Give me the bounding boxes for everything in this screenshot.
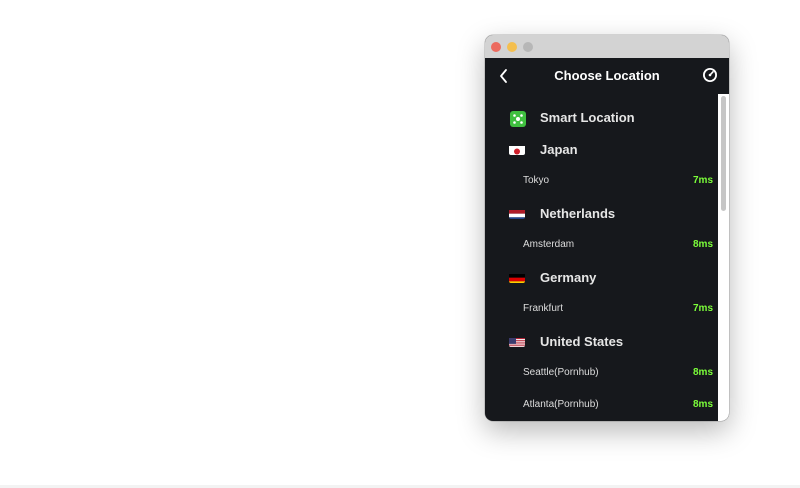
minimize-window-button[interactable] (507, 42, 517, 52)
desktop: Choose Location Smart Location Japan Tok… (0, 0, 800, 488)
country-item-germany[interactable]: Germany (485, 264, 717, 292)
close-window-button[interactable] (491, 42, 501, 52)
latency-value: 8ms (692, 367, 713, 378)
scrollbar[interactable] (718, 94, 729, 421)
city-item-frankfurt[interactable]: Frankfurt 7ms (485, 295, 717, 323)
city-label: Frankfurt (523, 303, 564, 314)
japan-flag-icon (509, 144, 525, 155)
app-window: Choose Location Smart Location Japan Tok… (485, 35, 729, 421)
city-label: Tokyo (523, 175, 550, 186)
country-label: Germany (540, 270, 597, 285)
location-list: Smart Location Japan Tokyo 7ms Netherlan… (485, 94, 729, 421)
location-label: Smart Location (540, 110, 635, 125)
latency-value: 8ms (692, 239, 713, 250)
title-bar (485, 35, 729, 58)
country-label: Japan (540, 142, 578, 157)
city-item-seattle[interactable]: Seattle(Pornhub) 8ms (485, 359, 717, 387)
country-item-us[interactable]: United States (485, 328, 717, 356)
city-item-tokyo[interactable]: Tokyo 7ms (485, 167, 717, 195)
latency-value: 7ms (692, 303, 713, 314)
latency-value: 7ms (692, 175, 713, 186)
city-label: Amsterdam (523, 239, 575, 250)
country-item-netherlands[interactable]: Netherlands (485, 200, 717, 228)
germany-flag-icon (509, 272, 525, 283)
netherlands-flag-icon (509, 208, 525, 219)
city-label: Atlanta(Pornhub) (523, 399, 599, 410)
city-item-atlanta[interactable]: Atlanta(Pornhub) 8ms (485, 391, 717, 419)
page-title: Choose Location (554, 68, 660, 83)
city-item-amsterdam[interactable]: Amsterdam 8ms (485, 231, 717, 259)
location-item-smart[interactable]: Smart Location (485, 104, 717, 132)
city-label: Seattle(Pornhub) (523, 367, 599, 378)
latency-value: 8ms (692, 399, 713, 410)
scrollbar-thumb[interactable] (721, 96, 726, 211)
speedometer-icon (703, 68, 717, 82)
country-label: Netherlands (540, 206, 616, 221)
speed-test-button[interactable] (702, 67, 718, 83)
us-flag-icon (509, 336, 525, 347)
country-item-japan[interactable]: Japan (485, 136, 717, 164)
country-label: United States (540, 334, 624, 349)
smart-location-icon (510, 111, 526, 127)
zoom-window-button[interactable] (523, 42, 533, 52)
header: Choose Location (485, 58, 729, 94)
